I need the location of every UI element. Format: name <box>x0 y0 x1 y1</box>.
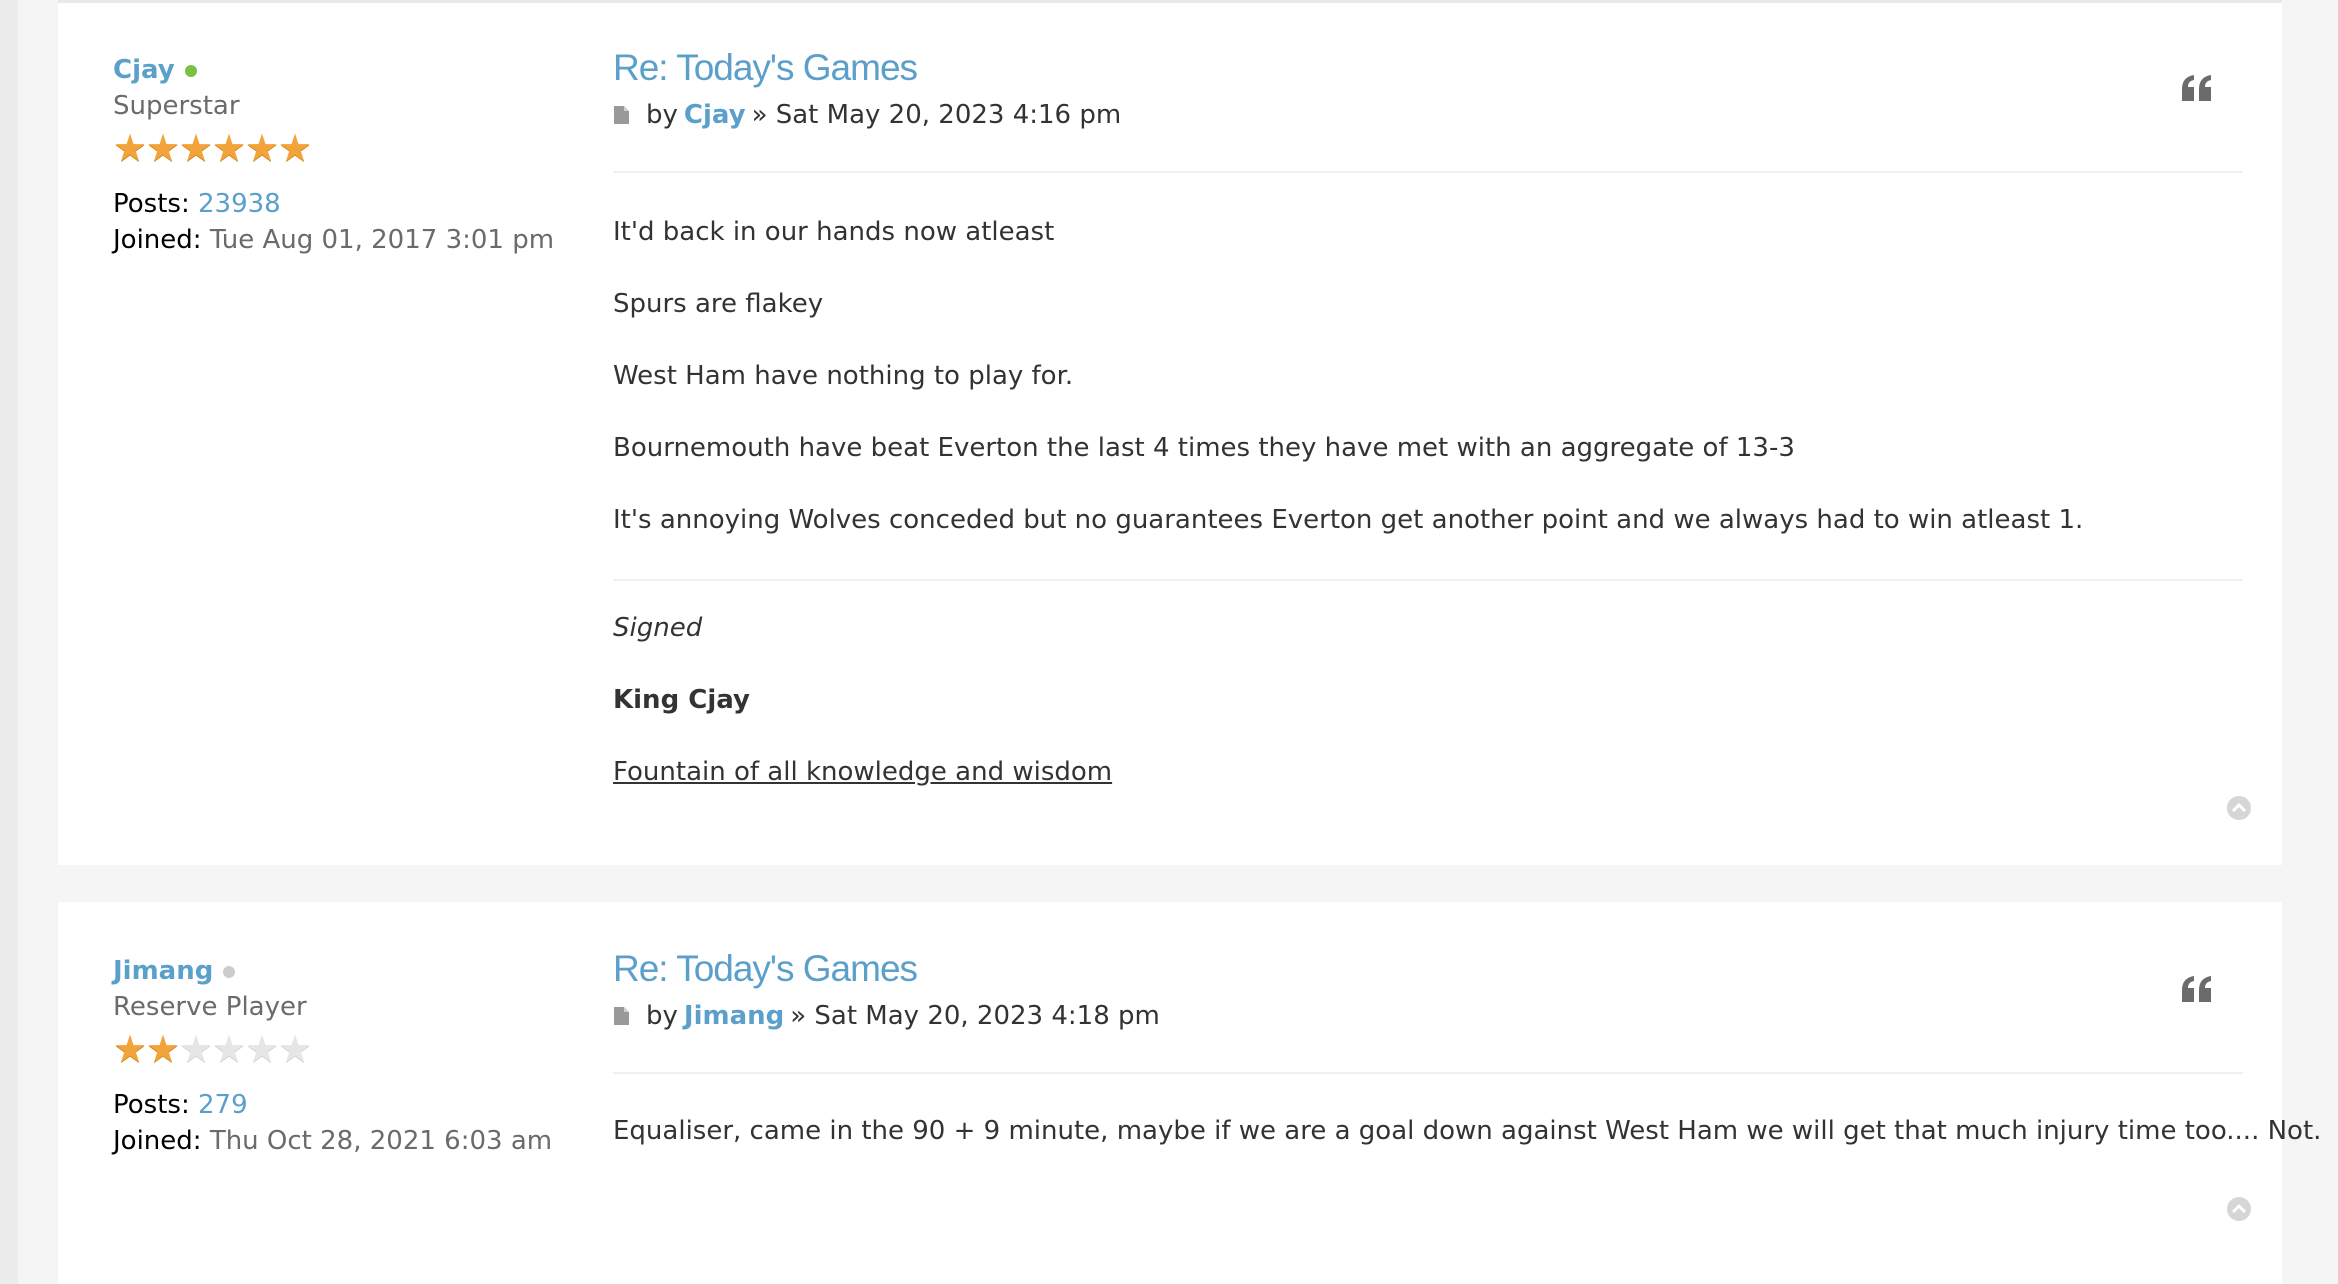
file-icon[interactable] <box>613 105 630 125</box>
author-rank: Superstar <box>113 91 240 121</box>
star-icon: ★ <box>146 1027 181 1071</box>
quote-icon[interactable] <box>2180 974 2214 1004</box>
post-card: Cjay Superstar ★ ★ ★ ★ ★ ★ Posts: 23938 … <box>58 0 2282 865</box>
joined-label: Joined: <box>113 225 202 255</box>
star-icon: ★ <box>113 126 148 170</box>
post-content-line: Spurs are flakey <box>613 289 824 319</box>
star-icon: ★ <box>212 126 247 170</box>
signature-line: Signed <box>613 613 703 643</box>
meta-by: by <box>646 100 678 130</box>
offline-status-icon <box>223 966 236 978</box>
post-content-line: Equaliser, came in the 90 + 9 minute, ma… <box>613 1116 2322 1146</box>
author-joined: Joined: Thu Oct 28, 2021 6:03 am <box>113 1126 552 1156</box>
post-card: Jimang Reserve Player ★ ★ ★ ★ ★ ★ Posts:… <box>58 902 2321 1284</box>
signature-line: Fountain of all knowledge and wisdom <box>613 757 1113 787</box>
author-posts: Posts: 23938 <box>113 189 281 219</box>
signature-line: King Cjay <box>613 685 750 715</box>
star-empty-icon: ★ <box>278 1027 313 1071</box>
meta-date: » Sat May 20, 2023 4:16 pm <box>751 100 1122 130</box>
posts-count-link[interactable]: 23938 <box>198 189 281 219</box>
rank-stars: ★ ★ ★ ★ ★ ★ <box>113 1027 313 1071</box>
author-joined: Joined: Tue Aug 01, 2017 3:01 pm <box>113 225 554 255</box>
posts-label: Posts: <box>113 1090 190 1120</box>
star-empty-icon: ★ <box>212 1027 247 1071</box>
joined-label: Joined: <box>113 1126 202 1156</box>
file-icon[interactable] <box>613 1006 630 1026</box>
posts-count-link[interactable]: 279 <box>198 1090 248 1120</box>
rank-stars: ★ ★ ★ ★ ★ ★ <box>113 126 313 170</box>
star-icon: ★ <box>245 126 280 170</box>
divider <box>613 171 2243 173</box>
joined-date: Thu Oct 28, 2021 6:03 am <box>209 1126 553 1156</box>
post-title[interactable]: Re: Today's Games <box>613 948 918 990</box>
meta-author-link[interactable]: Cjay <box>684 100 746 130</box>
meta-author-link[interactable]: Jimang <box>684 1001 784 1031</box>
page-left-rail <box>0 0 18 1284</box>
star-empty-icon: ★ <box>245 1027 280 1071</box>
author-posts: Posts: 279 <box>113 1090 248 1120</box>
author-row: Cjay <box>113 55 197 85</box>
star-icon: ★ <box>179 126 214 170</box>
author-row: Jimang <box>113 956 236 986</box>
star-icon: ★ <box>278 126 313 170</box>
post-title[interactable]: Re: Today's Games <box>613 47 918 89</box>
author-username[interactable]: Cjay <box>113 55 175 85</box>
online-status-icon <box>184 65 197 77</box>
post-content-line: Bournemouth have beat Everton the last 4… <box>613 433 1795 463</box>
star-icon: ★ <box>113 1027 148 1071</box>
post-content-line: It'd back in our hands now atleast <box>613 217 1055 247</box>
post-meta: by Jimang » Sat May 20, 2023 4:18 pm <box>613 1001 1160 1031</box>
post-content-line: It's annoying Wolves conceded but no gua… <box>613 505 2084 535</box>
post-content-line: West Ham have nothing to play for. <box>613 361 1074 391</box>
divider <box>613 1072 2243 1074</box>
author-rank: Reserve Player <box>113 992 307 1022</box>
chevron-up-circle-icon[interactable] <box>2226 1196 2252 1222</box>
star-icon: ★ <box>146 126 181 170</box>
quote-icon[interactable] <box>2180 73 2214 103</box>
post-meta: by Cjay » Sat May 20, 2023 4:16 pm <box>613 100 1121 130</box>
chevron-up-circle-icon[interactable] <box>2226 795 2252 821</box>
meta-by: by <box>646 1001 678 1031</box>
star-empty-icon: ★ <box>179 1027 214 1071</box>
posts-label: Posts: <box>113 189 190 219</box>
author-username[interactable]: Jimang <box>113 956 213 986</box>
meta-date: » Sat May 20, 2023 4:18 pm <box>790 1001 1160 1031</box>
joined-date: Tue Aug 01, 2017 3:01 pm <box>209 225 555 255</box>
signature-divider <box>613 579 2243 581</box>
